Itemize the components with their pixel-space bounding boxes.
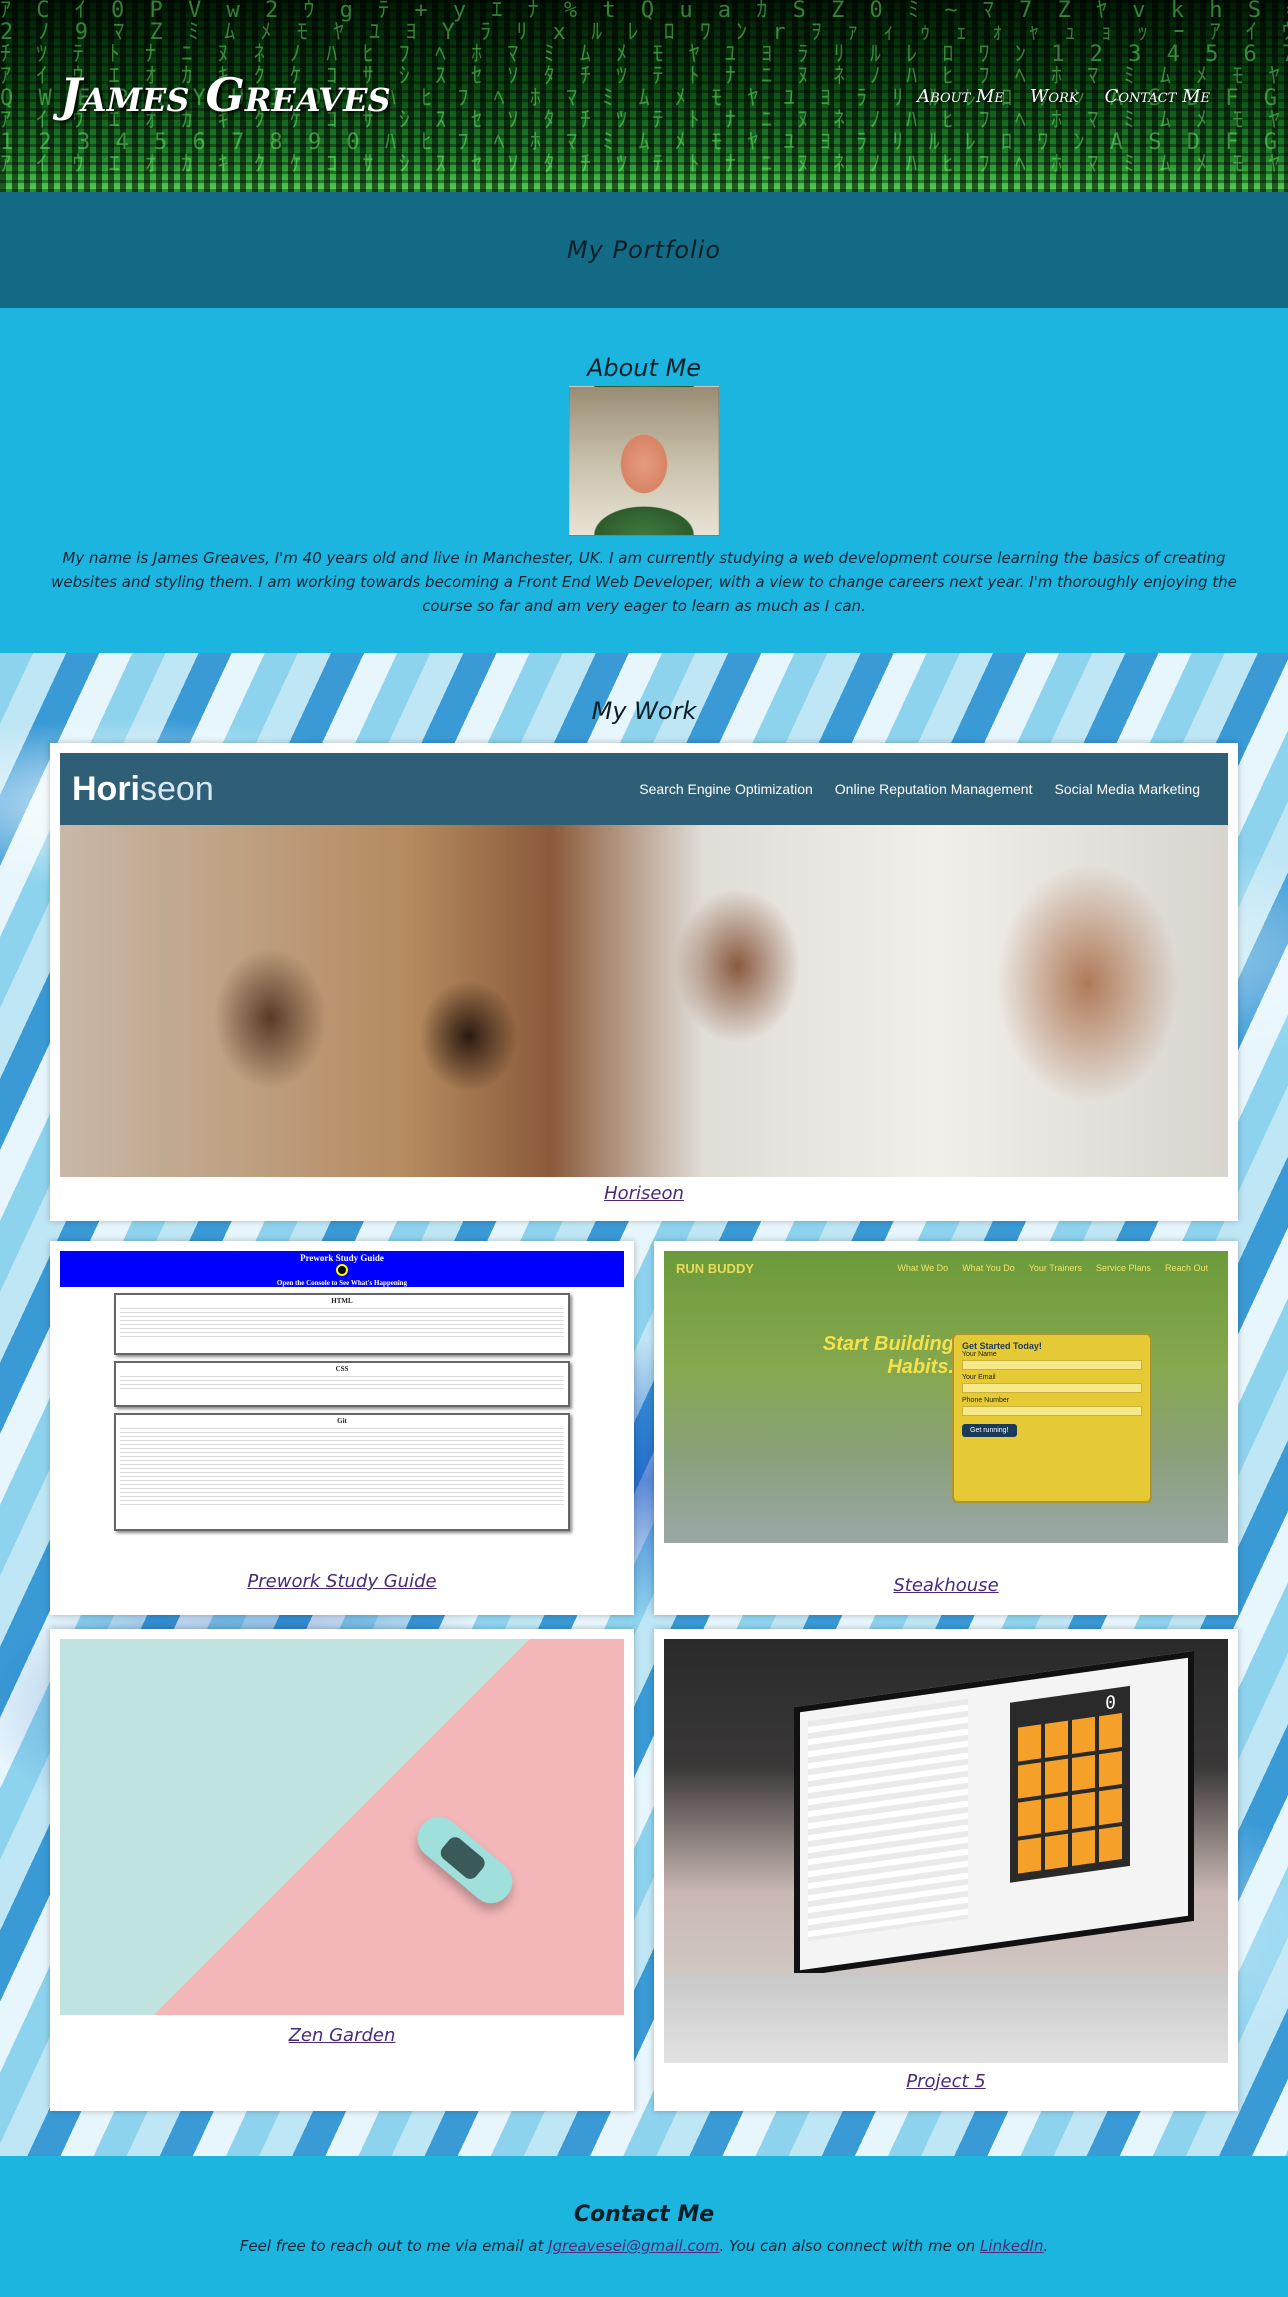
runbuddy-hero-text: Start Building Habits.	[822, 1333, 954, 1378]
about-bio: My name is James Greaves, I'm 40 years o…	[51, 549, 1237, 615]
prework-screenshot[interactable]: Prework Study Guide Open the Console to …	[60, 1251, 624, 1563]
horiseon-screenshot[interactable]: Horiseon Search Engine Optimization Onli…	[60, 753, 1228, 1177]
email-link[interactable]: Jgreavesei@gmail.com	[548, 2237, 719, 2255]
horiseon-logo: Horiseon	[72, 769, 214, 808]
linkedin-link[interactable]: LinkedIn	[980, 2237, 1043, 2255]
laptop-screen: 0	[794, 1650, 1194, 1978]
runbuddy-logo: RUN BUDDY	[676, 1261, 754, 1276]
project-link-prework-study-guide[interactable]: Prework Study Guide	[50, 1571, 634, 1592]
site-header: ｱ C ｲ 0 P V w 2 ｳ g ﾃ + y ｴ ﾅ % t Q u a …	[0, 0, 1288, 192]
horiseon-header: Horiseon Search Engine Optimization Onli…	[60, 753, 1228, 825]
calculator-app: 0	[1010, 1685, 1130, 1883]
project-card-horiseon: Horiseon Search Engine Optimization Onli…	[50, 743, 1238, 1221]
horiseon-nav-item: Social Media Marketing	[1054, 781, 1200, 797]
nav-about-me[interactable]: About Me	[917, 86, 1004, 107]
nav-contact-me[interactable]: Contact Me	[1105, 86, 1210, 107]
zen-garden-screenshot[interactable]	[60, 1639, 624, 2015]
contact-text: Feel free to reach out to me via email a…	[239, 2237, 1049, 2255]
horiseon-hero-photo	[60, 825, 1228, 1177]
work-heading: My Work	[591, 697, 697, 725]
contact-heading: Contact Me	[573, 2202, 715, 2227]
prework-header: Prework Study Guide Open the Console to …	[60, 1251, 624, 1287]
project-card-prework: Prework Study Guide Open the Console to …	[50, 1241, 634, 1615]
runbuddy-nav: What We Do What You Do Your Trainers Ser…	[897, 1263, 1208, 1273]
profile-photo	[569, 386, 719, 536]
horiseon-nav-item: Online Reputation Management	[834, 781, 1033, 797]
nav-work[interactable]: Work	[1030, 86, 1079, 107]
code-editor	[808, 1698, 968, 1942]
prework-logo-icon	[336, 1264, 348, 1276]
zen-garden-image	[60, 1639, 624, 2015]
project-5-screenshot[interactable]: 0	[664, 1639, 1228, 2063]
portfolio-title: My Portfolio	[566, 236, 722, 264]
horiseon-nav: Search Engine Optimization Online Reputa…	[639, 781, 1200, 797]
runbuddy-lorem	[796, 1381, 956, 1390]
runbuddy-form: Get Started Today! Your Name Your Email …	[952, 1333, 1152, 1503]
laptop-keyboard	[664, 1973, 1228, 2063]
project-link-steakhouse[interactable]: Steakhouse	[654, 1575, 1238, 1596]
project-link-zen-garden[interactable]: Zen Garden	[50, 2025, 634, 2046]
prework-section-git: Git	[114, 1413, 570, 1531]
project-card-zen-garden: Zen Garden	[50, 1629, 634, 2111]
about-section: About Me My name is James Greaves, I'm 4…	[0, 308, 1288, 653]
project-card-project-5: 0 Project 5	[654, 1629, 1238, 2111]
prework-title: Prework Study Guide	[300, 1253, 384, 1263]
project-link-project-5[interactable]: Project 5	[654, 2071, 1238, 2092]
horiseon-nav-item: Search Engine Optimization	[639, 781, 813, 797]
prework-subtitle: Open the Console to See What's Happening	[276, 1279, 408, 1287]
project-link-horiseon[interactable]: Horiseon	[50, 1183, 1238, 1204]
prework-section-css: CSS	[114, 1361, 570, 1407]
prework-section-html: HTML	[114, 1293, 570, 1355]
portfolio-banner: My Portfolio	[0, 192, 1288, 308]
work-section: My Work Horiseon Search Engine Optimizat…	[0, 653, 1288, 2156]
steakhouse-screenshot[interactable]: RUN BUDDY What We Do What You Do Your Tr…	[664, 1251, 1228, 1543]
runbuddy-preview: RUN BUDDY What We Do What You Do Your Tr…	[664, 1251, 1228, 1543]
laptop-photo: 0	[664, 1639, 1228, 2063]
main-nav: About Me Work Contact Me	[917, 86, 1210, 107]
toy-car-icon	[409, 1808, 521, 1912]
project-card-steakhouse: RUN BUDDY What We Do What You Do Your Tr…	[654, 1241, 1238, 1615]
contact-section: Contact Me Feel free to reach out to me …	[0, 2156, 1288, 2297]
site-title: James Greaves	[60, 68, 391, 122]
about-heading: About Me	[586, 354, 702, 382]
